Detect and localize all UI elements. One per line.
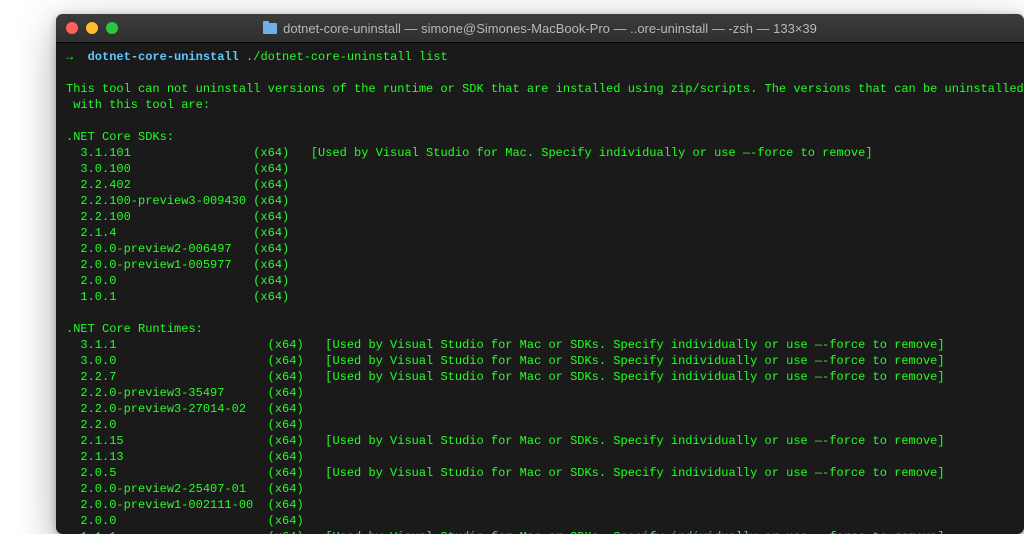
sdk-header: .NET Core SDKs: — [66, 130, 174, 144]
list-item: 3.1.1 (x64) [Used by Visual Studio for M… — [66, 338, 945, 352]
runtime-header: .NET Core Runtimes: — [66, 322, 203, 336]
terminal-body[interactable]: → dotnet-core-uninstall ./dotnet-core-un… — [56, 43, 1024, 534]
list-item: 2.2.100-preview3-009430 (x64) — [66, 194, 304, 208]
list-item: 2.0.0-preview1-002111-00 (x64) — [66, 498, 318, 512]
minimize-icon[interactable] — [86, 22, 98, 34]
prompt-cwd: dotnet-core-uninstall — [88, 50, 239, 64]
list-item: 3.0.0 (x64) [Used by Visual Studio for M… — [66, 354, 945, 368]
intro-text: This tool can not uninstall versions of … — [66, 82, 1024, 112]
prompt-arrow-icon: → — [66, 50, 73, 64]
list-item: 2.2.7 (x64) [Used by Visual Studio for M… — [66, 370, 945, 384]
list-item: 2.1.4 (x64) — [66, 226, 304, 240]
window-title: dotnet-core-uninstall — simone@Simones-M… — [56, 21, 1024, 36]
zoom-icon[interactable] — [106, 22, 118, 34]
sdk-list: 3.1.101 (x64) [Used by Visual Studio for… — [66, 146, 873, 304]
list-item: 2.0.0 (x64) — [66, 274, 304, 288]
list-item: 1.0.1 (x64) — [66, 290, 304, 304]
list-item: 3.0.100 (x64) — [66, 162, 304, 176]
titlebar[interactable]: dotnet-core-uninstall — simone@Simones-M… — [56, 14, 1024, 43]
list-item: 3.1.101 (x64) [Used by Visual Studio for… — [66, 146, 873, 160]
list-item: 2.1.13 (x64) — [66, 450, 318, 464]
list-item: 2.2.100 (x64) — [66, 210, 304, 224]
list-item: 2.1.15 (x64) [Used by Visual Studio for … — [66, 434, 945, 448]
terminal-window: dotnet-core-uninstall — simone@Simones-M… — [56, 14, 1024, 534]
list-item: 2.2.402 (x64) — [66, 178, 304, 192]
prompt-line: → dotnet-core-uninstall ./dotnet-core-un… — [66, 50, 448, 64]
list-item: 2.0.0 (x64) — [66, 514, 318, 528]
list-item: 2.0.5 (x64) [Used by Visual Studio for M… — [66, 466, 945, 480]
list-item: 1.1.1 (x64) [Used by Visual Studio for M… — [66, 530, 945, 534]
close-icon[interactable] — [66, 22, 78, 34]
list-item: 2.2.0 (x64) — [66, 418, 318, 432]
runtime-list: 3.1.1 (x64) [Used by Visual Studio for M… — [66, 338, 945, 534]
folder-icon — [263, 23, 277, 34]
list-item: 2.2.0-preview3-27014-02 (x64) — [66, 402, 318, 416]
list-item: 2.0.0-preview1-005977 (x64) — [66, 258, 304, 272]
list-item: 2.0.0-preview2-25407-01 (x64) — [66, 482, 318, 496]
list-item: 2.0.0-preview2-006497 (x64) — [66, 242, 304, 256]
title-text: dotnet-core-uninstall — simone@Simones-M… — [283, 21, 817, 36]
list-item: 2.2.0-preview3-35497 (x64) — [66, 386, 318, 400]
window-controls — [66, 22, 118, 34]
prompt-command: ./dotnet-core-uninstall list — [246, 50, 448, 64]
